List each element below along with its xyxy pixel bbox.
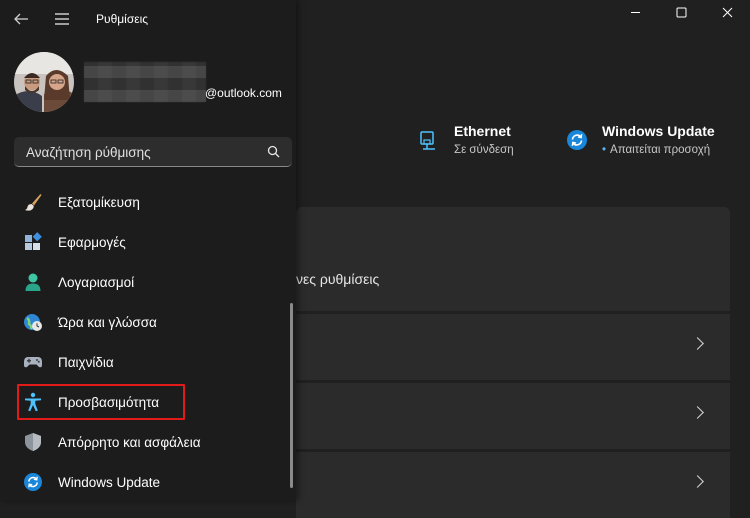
settings-row-2[interactable] <box>296 383 730 449</box>
nav-item-label: Παιχνίδια <box>58 354 114 370</box>
search-input[interactable] <box>14 137 268 167</box>
maximize-icon <box>676 7 686 17</box>
windows-update-subtitle: • Απαιτείται προσοχή <box>602 144 711 156</box>
settings-row-1[interactable] <box>296 314 730 380</box>
nav-item-label: Windows Update <box>58 474 161 490</box>
shield-icon <box>23 432 43 452</box>
maximize-button[interactable] <box>658 0 704 24</box>
nav-item-label: Ώρα και γλώσσα <box>58 314 157 330</box>
gamepad-icon <box>23 352 43 372</box>
avatar[interactable] <box>14 52 74 112</box>
email-redacted-overlay <box>84 62 206 102</box>
paintbrush-icon <box>23 192 43 212</box>
nav-item-label: Εφαρμογές <box>58 234 126 250</box>
windows-update-title: Windows Update <box>602 123 715 139</box>
nav-item-label: Εξατομίκευση <box>58 194 140 210</box>
nav-item-label: Λογαριασμοί <box>58 274 135 290</box>
account-email-domain: @outlook.com <box>205 86 282 100</box>
settings-row-3[interactable] <box>296 452 730 518</box>
highlight-box <box>17 384 185 420</box>
ethernet-icon <box>420 131 435 150</box>
recommended-settings-card: νες ρυθμίσεις <box>296 207 730 311</box>
app-title: Ρυθμίσεις <box>96 12 149 26</box>
nav-item-windows-update[interactable]: Windows Update <box>14 462 294 502</box>
nav-item-accounts[interactable]: Λογαριασμοί <box>14 262 294 302</box>
person-icon <box>23 272 43 292</box>
nav-scrollbar[interactable] <box>290 303 293 488</box>
chevron-right-icon <box>691 406 704 419</box>
nav-item-label: Απόρρητο και ασφάλεια <box>58 434 201 450</box>
minimize-button[interactable] <box>612 0 658 24</box>
settings-search <box>14 137 292 167</box>
close-button[interactable] <box>704 0 750 24</box>
title-bar: Ρυθμίσεις <box>0 0 296 40</box>
ethernet-status[interactable]: Ethernet Σε σύνδεση <box>418 122 514 160</box>
hamburger-menu-icon[interactable] <box>52 9 72 29</box>
nav-item-apps[interactable]: Εφαρμογές <box>14 222 294 262</box>
nav-item-gaming[interactable]: Παιχνίδια <box>14 342 294 382</box>
windows-update-status[interactable]: Windows Update • Απαιτείται προσοχή <box>566 122 715 160</box>
ethernet-title: Ethernet <box>454 123 511 139</box>
recommended-settings-label: νες ρυθμίσεις <box>296 271 380 287</box>
windows-update-subtitle-text: Απαιτείται προσοχή <box>610 144 711 156</box>
back-arrow-icon[interactable] <box>12 9 32 29</box>
nav-item-personalization[interactable]: Εξατομίκευση <box>14 182 294 222</box>
navigation-pane: Ρυθμίσεις @outlook.com Αναζήτηση ρύθμιση… <box>0 0 296 500</box>
profile-photo-icon <box>14 52 74 112</box>
window-controls <box>612 0 750 24</box>
apps-icon <box>23 232 43 252</box>
ethernet-subtitle: Σε σύνδεση <box>454 144 514 156</box>
close-icon <box>722 7 732 17</box>
search-icon[interactable] <box>267 145 280 158</box>
windows-update-icon <box>567 130 587 150</box>
globe-clock-icon <box>23 312 43 332</box>
chevron-right-icon <box>691 475 704 488</box>
nav-item-time-language[interactable]: Ώρα και γλώσσα <box>14 302 294 342</box>
minimize-icon <box>630 11 640 13</box>
settings-nav: Εξατομίκευση Εφαρμογές Λογαριασμοί Ώρα κ… <box>14 182 294 502</box>
chevron-right-icon <box>691 337 704 350</box>
sync-icon <box>23 472 43 492</box>
nav-item-privacy-security[interactable]: Απόρρητο και ασφάλεια <box>14 422 294 462</box>
